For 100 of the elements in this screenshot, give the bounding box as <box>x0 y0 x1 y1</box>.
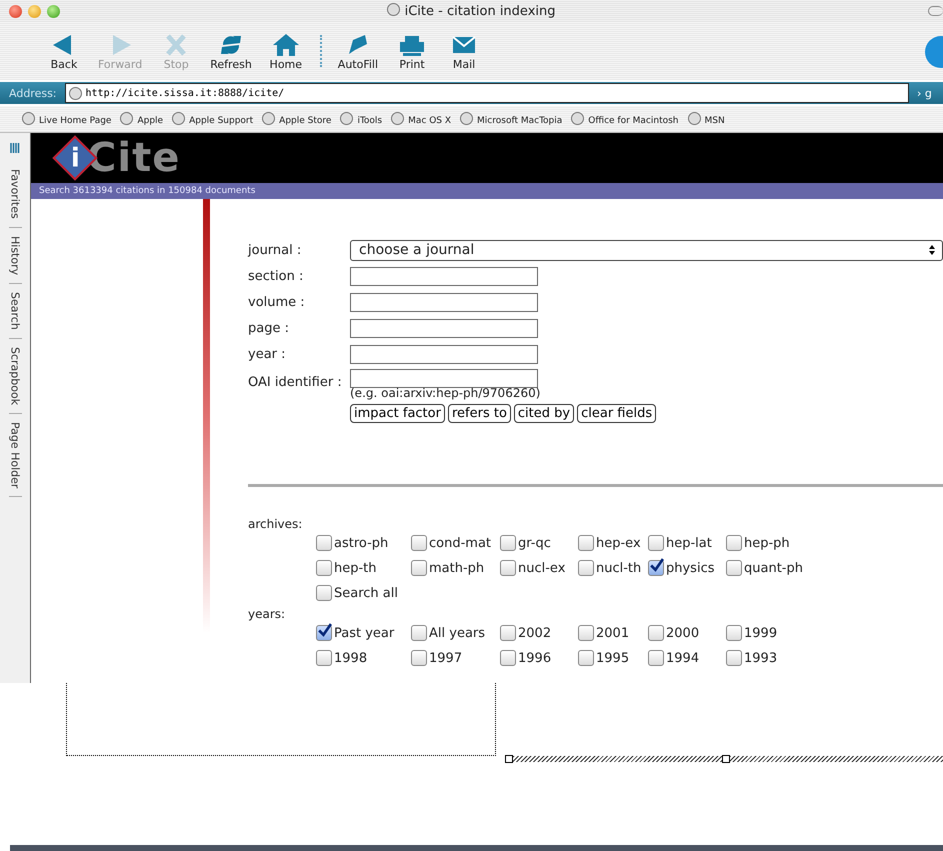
checkbox-option[interactable]: 1993 <box>726 650 826 666</box>
input-field[interactable] <box>350 292 538 312</box>
field-label: section : <box>248 268 304 284</box>
checkbox-option[interactable]: 1998 <box>316 650 411 666</box>
sidebar-tab[interactable]: Scrapbook <box>8 338 22 414</box>
checkbox[interactable] <box>578 560 594 576</box>
checkbox-option[interactable]: physics <box>648 560 726 576</box>
journal-select[interactable]: choose a journal <box>350 240 943 260</box>
checkbox[interactable] <box>316 625 332 641</box>
favorite-link[interactable]: Mac OS X <box>391 112 456 126</box>
checkbox[interactable] <box>316 650 332 666</box>
checkbox-option[interactable]: Past year <box>316 625 411 641</box>
toolbar-button[interactable]: Mail <box>438 32 490 70</box>
checkbox[interactable] <box>578 625 594 641</box>
form-button[interactable]: refers to <box>448 404 511 423</box>
hint-text: (e.g. oai:arxiv:hep-ph/9706260) <box>350 386 542 400</box>
zoom-button[interactable] <box>47 4 60 18</box>
form-button[interactable]: cited by <box>514 404 574 423</box>
checkbox-option[interactable]: nucl-th <box>578 560 648 576</box>
sidebar-tab[interactable]: Search <box>8 284 22 339</box>
group-label: archives: <box>248 517 304 531</box>
checkbox[interactable] <box>411 625 427 641</box>
input-field[interactable] <box>350 344 538 364</box>
resize-handle[interactable] <box>505 755 513 763</box>
checkbox-option[interactable]: 1995 <box>578 650 648 666</box>
go-button[interactable]: › g <box>909 86 943 100</box>
checkbox[interactable] <box>500 560 516 576</box>
favorite-link[interactable]: Live Home Page <box>22 112 116 126</box>
favorite-link[interactable]: Apple Support <box>172 112 258 126</box>
checkbox-option[interactable]: 1996 <box>500 650 578 666</box>
checkbox-option[interactable]: math-ph <box>411 560 500 576</box>
form-button[interactable]: impact factor <box>350 404 445 423</box>
toolbar-separator <box>320 35 322 67</box>
checkbox[interactable] <box>500 650 516 666</box>
checkbox-option[interactable]: hep-lat <box>648 535 726 551</box>
checkbox[interactable] <box>648 625 664 641</box>
checkbox[interactable] <box>648 535 664 551</box>
checkbox-option[interactable]: 2001 <box>578 625 648 641</box>
field-label: journal : <box>248 242 302 258</box>
toolbar-button[interactable]: AutoFill <box>330 32 386 70</box>
checkbox-option[interactable]: Search all <box>316 585 411 601</box>
input-field[interactable] <box>350 318 538 338</box>
checkbox[interactable] <box>726 650 742 666</box>
checkbox[interactable] <box>578 650 594 666</box>
checkbox[interactable] <box>316 560 332 576</box>
checkbox-option[interactable]: astro-ph <box>316 535 411 551</box>
form-button[interactable]: clear fields <box>577 404 656 423</box>
checkbox-option[interactable]: 1997 <box>411 650 500 666</box>
checkbox[interactable] <box>726 625 742 641</box>
close-button[interactable] <box>9 4 22 18</box>
sidebar-tab[interactable]: History <box>8 228 22 284</box>
field-label: OAI identifier : <box>248 375 343 390</box>
checkbox-option[interactable]: quant-ph <box>726 560 826 576</box>
checkbox[interactable] <box>316 535 332 551</box>
bars-icon <box>10 141 20 155</box>
checkbox-option[interactable]: gr-qc <box>500 535 578 551</box>
field-label: volume : <box>248 294 306 310</box>
banner-text: Search 3613394 citations in 150984 documents <box>39 186 256 196</box>
sidebar-tab[interactable]: Page Holder <box>8 414 22 498</box>
home-icon <box>270 32 301 58</box>
checkbox-option[interactable]: 2002 <box>500 625 578 641</box>
checkbox[interactable] <box>411 535 427 551</box>
toolbar-button[interactable]: Print <box>386 32 438 70</box>
resize-handle[interactable] <box>722 755 730 763</box>
favorite-link[interactable]: Apple Store <box>262 112 336 126</box>
favorite-link[interactable]: iTools <box>340 112 388 126</box>
checkbox[interactable] <box>316 585 332 601</box>
favorite-link[interactable]: Microsoft MacTopia <box>460 112 568 126</box>
site-logo: i Cite <box>53 133 180 184</box>
input-field[interactable] <box>350 369 538 388</box>
checkbox-option[interactable]: hep-ph <box>726 535 826 551</box>
address-label: Address: <box>8 86 58 100</box>
checkbox-option[interactable]: 1999 <box>726 625 826 641</box>
checkbox[interactable] <box>411 560 427 576</box>
checkbox[interactable] <box>726 535 742 551</box>
favorite-link[interactable]: Office for Macintosh <box>571 112 684 126</box>
input-field[interactable] <box>350 266 538 286</box>
checkbox[interactable] <box>411 650 427 666</box>
checkbox-option[interactable]: hep-th <box>316 560 411 576</box>
checkbox[interactable] <box>500 625 516 641</box>
checkbox[interactable] <box>648 560 664 576</box>
checkbox[interactable] <box>500 535 516 551</box>
checkbox[interactable] <box>726 560 742 576</box>
url-field[interactable]: http://icite.sissa.it:8888/icite/ <box>64 83 909 103</box>
checkbox-option[interactable]: cond-mat <box>411 535 500 551</box>
favorite-link[interactable]: MSN <box>688 112 730 126</box>
toolbar-button[interactable]: Refresh <box>202 32 260 70</box>
checkbox[interactable] <box>578 535 594 551</box>
toolbar-toggle-button[interactable] <box>928 6 943 16</box>
checkbox-option[interactable]: 1994 <box>648 650 726 666</box>
toolbar-button[interactable]: Back <box>38 32 90 70</box>
window-title: iCite - citation indexing <box>387 3 556 19</box>
checkbox-option[interactable]: All years <box>411 625 500 641</box>
toolbar-button[interactable]: Home <box>260 32 312 70</box>
checkbox[interactable] <box>648 650 664 666</box>
favorite-link[interactable]: Apple <box>120 112 168 126</box>
checkbox-option[interactable]: nucl-ex <box>500 560 578 576</box>
checkbox-option[interactable]: hep-ex <box>578 535 648 551</box>
checkbox-option[interactable]: 2000 <box>648 625 726 641</box>
sidebar-tab[interactable]: Favorites <box>8 161 22 228</box>
